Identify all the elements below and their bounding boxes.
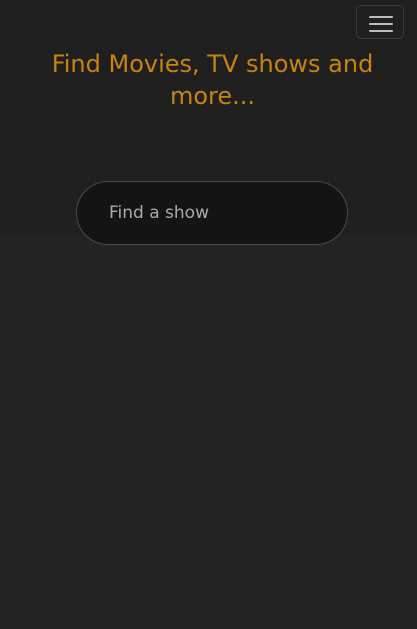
- search-input[interactable]: [109, 182, 329, 244]
- search-box[interactable]: [76, 181, 348, 245]
- menu-toggle-button[interactable]: [356, 5, 404, 39]
- hero-headline: Find Movies, TV shows and more...: [51, 50, 374, 110]
